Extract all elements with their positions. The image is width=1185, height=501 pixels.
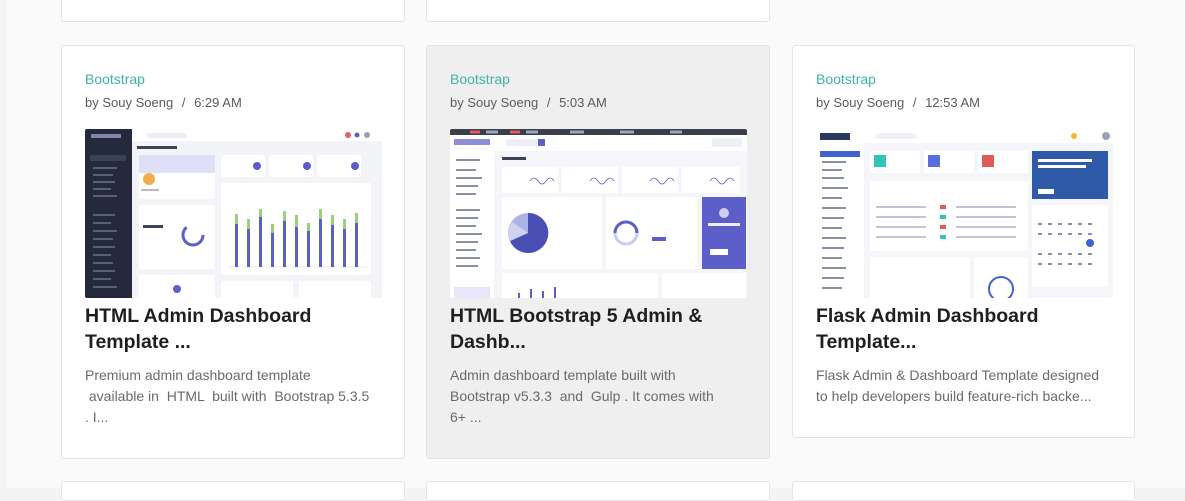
card-partial-bottom-3[interactable] xyxy=(792,481,1135,501)
template-card[interactable]: Bootstrap by Souy Soeng / 12:53 AM Flask… xyxy=(792,45,1135,438)
card-description: Flask Admin & Dashboard Template designe… xyxy=(816,367,1100,404)
card-title[interactable]: HTML Bootstrap 5 Admin & Dashb... xyxy=(450,303,740,355)
card-title[interactable]: HTML Admin Dashboard Template ... xyxy=(85,303,375,355)
template-thumbnail[interactable] xyxy=(450,129,747,298)
template-thumbnail[interactable] xyxy=(85,129,382,298)
content-area: Bootstrap by Souy Soeng / 6:29 AM HTML A… xyxy=(5,0,1185,501)
card-partial-top-2[interactable] xyxy=(426,0,770,22)
author-prefix: by xyxy=(816,95,830,110)
card-title[interactable]: Flask Admin Dashboard Template... xyxy=(816,303,1106,355)
template-card[interactable]: Bootstrap by Souy Soeng / 5:03 AM HTML B… xyxy=(426,45,770,459)
post-meta: by Souy Soeng / 5:03 AM xyxy=(450,95,607,110)
card-partial-bottom-2[interactable] xyxy=(426,481,770,501)
author-name[interactable]: Souy Soeng xyxy=(467,95,538,110)
card-partial-top-1[interactable] xyxy=(61,0,405,22)
post-meta: by Souy Soeng / 12:53 AM xyxy=(816,95,980,110)
template-card[interactable]: Bootstrap by Souy Soeng / 6:29 AM HTML A… xyxy=(61,45,405,459)
card-partial-bottom-1[interactable] xyxy=(61,481,405,501)
template-thumbnail[interactable] xyxy=(816,129,1113,298)
category-link[interactable]: Bootstrap xyxy=(816,71,876,87)
author-name[interactable]: Souy Soeng xyxy=(102,95,173,110)
post-time: 12:53 AM xyxy=(925,95,981,110)
post-time: 5:03 AM xyxy=(559,95,607,110)
card-description: Premium admin dashboard template availab… xyxy=(85,367,370,425)
author-name[interactable]: Souy Soeng xyxy=(833,95,904,110)
post-meta: by Souy Soeng / 6:29 AM xyxy=(85,95,242,110)
meta-separator: / xyxy=(181,95,186,110)
author-prefix: by xyxy=(85,95,99,110)
card-description: Admin dashboard template built with Boot… xyxy=(450,367,714,425)
meta-separator: / xyxy=(912,95,917,110)
category-link[interactable]: Bootstrap xyxy=(85,71,145,87)
author-prefix: by xyxy=(450,95,464,110)
post-time: 6:29 AM xyxy=(194,95,242,110)
category-link[interactable]: Bootstrap xyxy=(450,71,510,87)
meta-separator: / xyxy=(546,95,551,110)
